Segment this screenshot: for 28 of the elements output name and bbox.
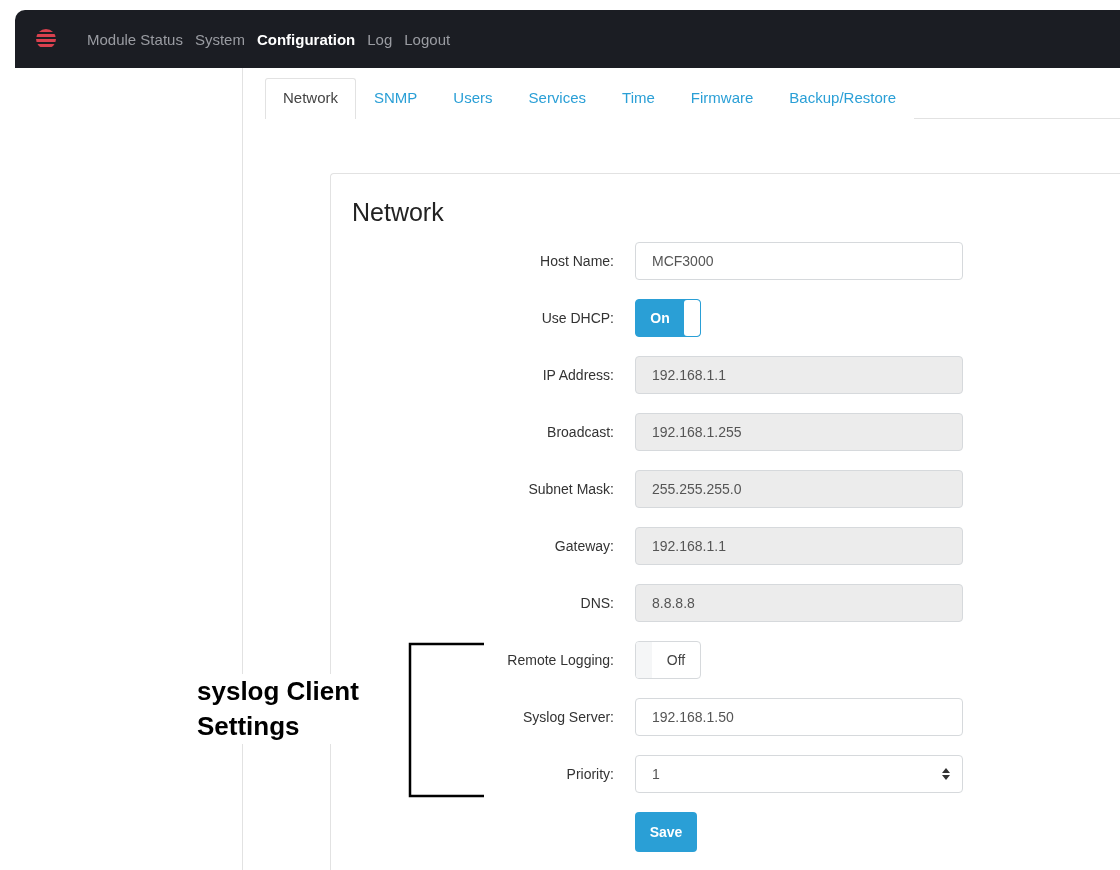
toggle-switch[interactable]: Off bbox=[635, 641, 701, 679]
field-label: Syslog Server: bbox=[521, 709, 615, 725]
dropdown[interactable]: 1 bbox=[635, 755, 963, 793]
nav-link[interactable]: System bbox=[188, 26, 251, 52]
input-field[interactable]: 8.8.8.8 bbox=[635, 584, 963, 622]
input-field[interactable]: 192.168.1.50 bbox=[635, 698, 963, 736]
input-field[interactable]: 192.168.1.1 bbox=[635, 356, 963, 394]
nav-link[interactable]: Log bbox=[361, 26, 399, 52]
input-field[interactable]: 255.255.255.0 bbox=[635, 470, 963, 508]
field-label: Priority: bbox=[565, 766, 615, 782]
input-field[interactable]: 192.168.1.1 bbox=[635, 527, 963, 565]
logo-icon bbox=[35, 28, 57, 50]
nav-link[interactable]: Module Status bbox=[81, 26, 189, 52]
nav-link[interactable]: Logout bbox=[398, 26, 457, 52]
field-label: Host Name: bbox=[539, 253, 615, 269]
sort-caret-icon bbox=[942, 768, 950, 780]
field-label: IP Address: bbox=[541, 367, 615, 383]
tab[interactable]: Network bbox=[265, 78, 356, 119]
input-field[interactable]: MCF3000 bbox=[635, 242, 963, 280]
field-label: Remote Logging: bbox=[506, 652, 615, 668]
field-label: Gateway: bbox=[553, 538, 615, 554]
field-label: Use DHCP: bbox=[540, 310, 615, 326]
nav-link[interactable]: Configuration bbox=[250, 26, 362, 52]
field-label: DNS: bbox=[579, 595, 615, 611]
input-field[interactable]: 192.168.1.255 bbox=[635, 413, 963, 451]
section-title: Network bbox=[352, 198, 445, 227]
field-label: Subnet Mask: bbox=[527, 481, 615, 497]
field-label: Broadcast: bbox=[546, 424, 615, 440]
